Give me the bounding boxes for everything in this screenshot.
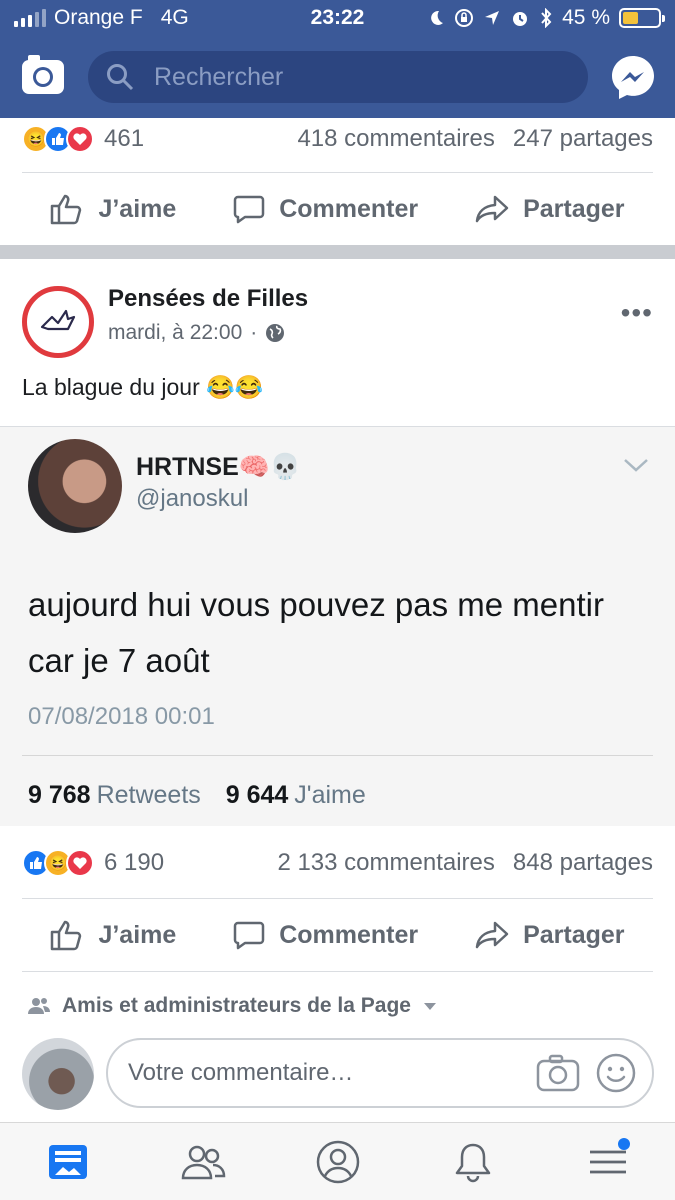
comments-count[interactable]: 2 133 commentaires [277, 849, 494, 877]
divider [22, 971, 653, 972]
share-button[interactable]: Partager [475, 920, 625, 950]
shares-count[interactable]: 848 partages [513, 849, 653, 877]
comment-input[interactable]: Votre commentaire… [106, 1038, 654, 1108]
status-bar: Orange F 4G 23:22 45 % [0, 0, 675, 40]
share-label: Partager [523, 920, 625, 949]
page-avatar[interactable] [22, 286, 94, 358]
camera-icon [22, 55, 64, 94]
love-icon [66, 125, 94, 153]
like-button[interactable]: J’aime [50, 919, 176, 951]
globe-icon [266, 324, 285, 342]
action-bar: J’aime Commenter Partager [0, 173, 675, 245]
share-icon [475, 921, 509, 949]
tweet-avatar [28, 439, 122, 533]
love-icon [66, 849, 94, 877]
people-icon [28, 998, 50, 1014]
tweet-author-name: HRTNSE🧠💀 [136, 453, 302, 481]
comment-label: Commenter [279, 920, 419, 949]
tweet-divider [22, 755, 653, 756]
comment-placeholder: Votre commentaire… [128, 1059, 354, 1086]
reactions-count: 461 [104, 125, 145, 152]
reactions-count: 6 190 [104, 849, 165, 876]
shares-count[interactable]: 247 partages [513, 125, 653, 153]
tab-news-feed[interactable] [38, 1132, 98, 1192]
search-bar[interactable]: Rechercher [88, 51, 588, 103]
action-bar: J’aime Commenter Partager [0, 899, 675, 971]
news-feed-icon [48, 1144, 87, 1179]
thumbs-up-icon [51, 920, 82, 951]
camera-icon[interactable] [536, 1054, 580, 1092]
location-icon [485, 11, 500, 25]
retweets-number: 9 768 [28, 781, 91, 809]
comment-label: Commenter [279, 194, 419, 223]
post-text: La blague du jour 😂😂 [22, 374, 264, 400]
reactions-summary[interactable]: 😆 6 190 2 133 commentaires 848 partages [0, 828, 675, 898]
alarm-icon [513, 12, 528, 26]
share-button[interactable]: Partager [475, 194, 625, 224]
like-button[interactable]: J’aime [50, 193, 176, 225]
tweet-likes-number: 9 644 [225, 781, 289, 809]
reaction-icons: 😆 [22, 125, 94, 153]
thumbs-up-icon [51, 194, 82, 225]
audience-selector[interactable]: Amis et administrateurs de la Page [28, 994, 437, 1018]
messenger-button[interactable] [610, 54, 656, 100]
comment-icon [233, 195, 265, 224]
reactions-summary[interactable]: 😆 461 418 commentaires 247 partages [0, 118, 675, 158]
more-options-button[interactable]: ••• [621, 297, 653, 329]
profile-icon [316, 1140, 359, 1183]
post-previous: 😆 461 418 commentaires 247 partages J’ai… [0, 118, 675, 245]
friends-icon [181, 1145, 225, 1179]
tweet-likes-label: J'aime [294, 781, 366, 809]
comments-count[interactable]: 418 commentaires [297, 125, 494, 153]
menu-icon [589, 1150, 626, 1173]
tweet-screenshot[interactable]: HRTNSE🧠💀 @janoskul aujourd hui vous pouv… [0, 426, 675, 826]
tab-friends[interactable] [173, 1132, 233, 1192]
tweet-stats: 9 768 Retweets 9 644 J'aime [28, 781, 366, 810]
post-meta: mardi, à 22:00 · [108, 321, 285, 345]
share-icon [475, 195, 509, 223]
comment-button[interactable]: Commenter [233, 920, 418, 950]
bell-icon [455, 1143, 490, 1182]
search-icon [107, 64, 134, 91]
notification-dot [617, 1137, 630, 1150]
post-footer: 😆 6 190 2 133 commentaires 848 partages … [0, 828, 675, 978]
origami-bird-icon [40, 309, 76, 331]
tweet-date: 07/08/2018 00:01 [28, 703, 215, 730]
share-label: Partager [523, 194, 625, 223]
feed-separator [0, 245, 675, 259]
battery-label: 45 % [562, 6, 610, 29]
reaction-icons: 😆 [22, 849, 94, 877]
orientation-lock-icon [455, 9, 474, 27]
bluetooth-icon [541, 8, 552, 28]
like-label: J’aime [98, 920, 177, 949]
post-time[interactable]: mardi, à 22:00 [108, 321, 242, 345]
emoji-icon[interactable] [596, 1053, 636, 1093]
tab-profile[interactable] [308, 1132, 368, 1192]
tab-bar [0, 1122, 675, 1200]
tweet-handle: @janoskul [136, 485, 249, 512]
audience-label: Amis et administrateurs de la Page [62, 994, 411, 1017]
page-name[interactable]: Pensées de Filles [108, 285, 308, 313]
search-placeholder: Rechercher [154, 62, 284, 91]
tab-notifications[interactable] [443, 1132, 503, 1192]
like-label: J’aime [98, 194, 177, 223]
top-bar: Orange F 4G 23:22 45 % Rechercher [0, 0, 675, 118]
camera-button[interactable] [20, 54, 66, 96]
moon-icon [431, 10, 444, 25]
battery-icon [619, 8, 665, 28]
chevron-down-icon [624, 459, 648, 472]
messenger-icon [612, 56, 654, 99]
comment-icon [233, 921, 265, 950]
tweet-body: aujourd hui vous pouvez pas me mentir ca… [28, 586, 604, 679]
retweets-label: Retweets [96, 781, 201, 809]
meta-dot: · [250, 321, 258, 344]
tab-menu[interactable] [578, 1132, 638, 1192]
caret-down-icon [423, 1003, 436, 1010]
comment-button[interactable]: Commenter [233, 194, 418, 224]
user-avatar [22, 1038, 94, 1110]
post-header: Pensées de Filles mardi, à 22:00 · ••• [0, 259, 675, 371]
